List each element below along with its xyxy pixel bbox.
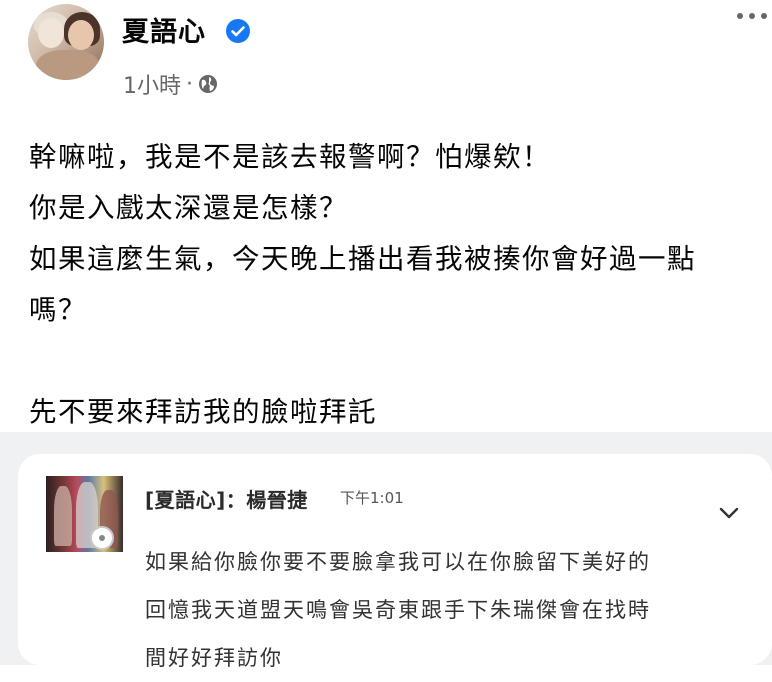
facebook-post: 夏語心 1小時 · 幹嘛啦，我是不是該去報警啊？怕爆欸！ 你是入戲太深還是怎樣？… <box>0 0 772 432</box>
post-text-line: 你是入戲太深還是怎樣？ <box>29 192 348 224</box>
message-time: 下午1:01 <box>340 489 404 507</box>
message-card: [夏語心]：楊晉捷 下午1:01 如果給你臉你要不要臉拿我可以在你臉留下美好的 … <box>18 454 772 670</box>
author-avatar[interactable] <box>28 4 104 80</box>
message-line: 回憶我天道盟天鳴會吳奇東跟手下朱瑞傑會在找時 <box>145 598 651 622</box>
author-name[interactable]: 夏語心 <box>122 10 206 49</box>
chevron-down-icon <box>719 507 739 519</box>
post-text-line: 先不要來拜訪我的臉啦拜託 <box>29 396 377 428</box>
post-text: 幹嘛啦，我是不是該去報警啊？怕爆欸！ 你是入戲太深還是怎樣？ 如果這麼生氣，今天… <box>29 132 772 438</box>
post-time[interactable]: 1小時 <box>123 68 181 100</box>
meta-separator: · <box>186 71 193 97</box>
attached-screenshot[interactable]: [夏語心]：楊晉捷 下午1:01 如果給你臉你要不要臉拿我可以在你臉留下美好的 … <box>0 432 772 670</box>
message-line: 間好好拜訪你 <box>145 646 283 670</box>
globe-icon[interactable] <box>198 74 218 94</box>
post-text-line: 幹嘛啦，我是不是該去報警啊？怕爆欸！ <box>29 141 551 173</box>
message-sender: [夏語心]：楊晉捷 <box>145 488 308 512</box>
post-meta: 1小時 · <box>123 68 218 100</box>
verified-badge-icon <box>226 19 250 43</box>
post-text-line: 嗎？ <box>29 294 87 326</box>
post-text-blank-line <box>29 336 772 387</box>
post-text-line: 如果這麼生氣，今天晚上播出看我被揍你會好過一點 <box>29 243 696 275</box>
message-body: 如果給你臉你要不要臉拿我可以在你臉留下美好的 回憶我天道盟天鳴會吳奇東跟手下朱瑞… <box>145 538 705 682</box>
music-disc-icon <box>90 526 114 550</box>
sender-thumbnail <box>46 476 123 552</box>
message-line: 如果給你臉你要不要臉拿我可以在你臉留下美好的 <box>145 550 651 574</box>
more-options-icon[interactable] <box>734 6 770 26</box>
